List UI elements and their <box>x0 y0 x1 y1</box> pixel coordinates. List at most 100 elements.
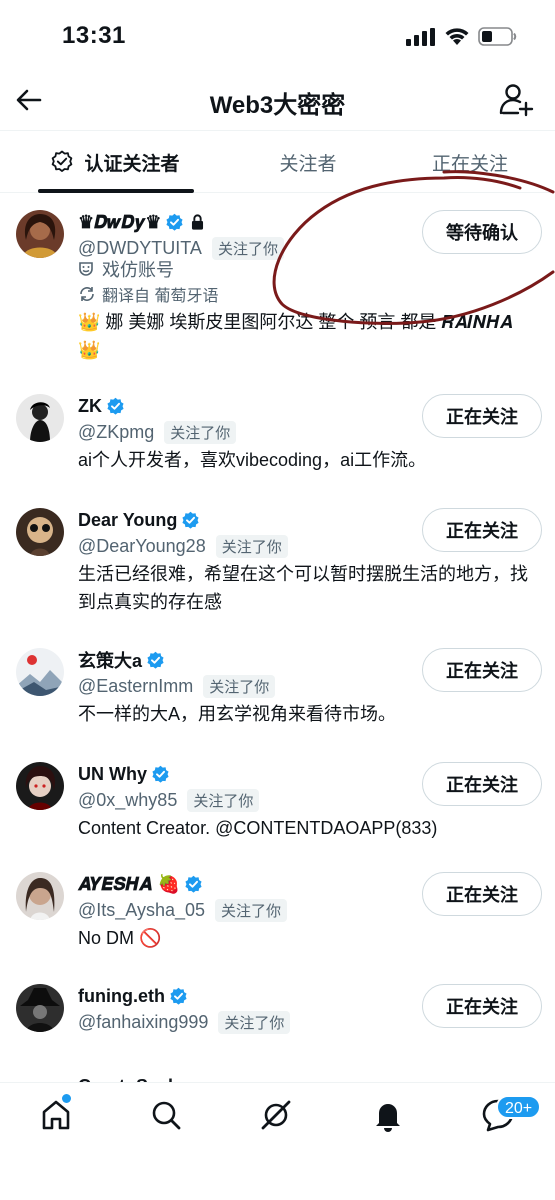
grok-icon[interactable] <box>258 1097 294 1133</box>
theater-mask-icon <box>79 262 93 276</box>
user-handle: @ZKpmg <box>78 421 155 442</box>
tab-following[interactable]: 正在关注 <box>400 131 540 193</box>
follows-you-badge: 关注了你 <box>203 674 276 698</box>
verified-check-icon <box>182 511 199 529</box>
user-handle: @DearYoung28 <box>78 535 206 556</box>
translate-icon <box>80 287 94 301</box>
user-display-name: 𝑨𝒀𝑬𝑺𝑯𝑨 🍓 <box>78 873 181 895</box>
avatar[interactable] <box>16 984 64 1032</box>
active-tab-indicator <box>38 189 194 193</box>
page-header: Web3大密密 <box>0 75 555 130</box>
following-button[interactable]: 正在关注 <box>422 394 542 438</box>
tab-label: 正在关注 <box>431 153 508 175</box>
tab-verified-followers[interactable]: 认证关注者 <box>30 131 200 193</box>
user-bio-line: 生活已经很难，希望在这个可以暂时摆脱生活的地方，找 <box>78 564 528 584</box>
user-bio-line: 👑 娜 美娜 埃斯皮里图阿尔达 整个 预言 都是 𝑹𝑨𝑰𝑵𝑯𝑨 <box>78 312 513 332</box>
user-bio: Content Creator. @CONTENTDAOAPP(833) <box>78 818 438 838</box>
user-handle: @0x_why85 <box>78 789 178 810</box>
following-button[interactable]: 正在关注 <box>422 508 542 552</box>
user-display-name: UN Why <box>78 763 147 784</box>
user-name-line: funing.eth <box>78 984 188 1008</box>
battery-icon <box>478 27 517 46</box>
verified-check-icon <box>166 213 184 231</box>
follows-you-badge: 关注了你 <box>211 236 284 260</box>
user-display-name: Dear Young <box>78 509 178 530</box>
user-bio-line: 到点真实的存在感 <box>78 592 222 612</box>
user-row[interactable]: funing.eth @fanhaixing999 关注了你 正在关注 <box>0 984 555 1064</box>
follower-tabs: 认证关注者 关注者 正在关注 <box>0 130 555 193</box>
follows-you-badge: 关注了你 <box>215 898 288 922</box>
lock-icon <box>192 214 204 230</box>
avatar[interactable] <box>16 394 64 442</box>
verified-check-icon <box>107 397 124 415</box>
user-row[interactable]: ♛𝑫𝒘𝑫𝒚♛ @DWDYTUITA 关注了你 戏仿账号 翻译自 葡萄牙语 👑 娜… <box>0 210 555 370</box>
user-display-name: ZK <box>78 395 102 416</box>
avatar[interactable] <box>16 508 64 556</box>
follows-you-badge: 关注了你 <box>218 1010 291 1034</box>
user-name-line: 𝑨𝒀𝑬𝑺𝑯𝑨 🍓 <box>78 872 203 896</box>
parody-label-text: 戏仿账号 <box>102 260 174 280</box>
user-handle-line: @fanhaixing999 关注了你 <box>78 1010 291 1034</box>
user-handle-line: @0x_why85 关注了你 <box>78 788 260 812</box>
follows-you-badge: 关注了你 <box>187 788 260 812</box>
verified-check-icon <box>170 987 187 1005</box>
user-name-line: 玄策大a <box>78 648 165 672</box>
user-name-line: ♛𝑫𝒘𝑫𝒚♛ <box>78 210 207 234</box>
following-button[interactable]: 正在关注 <box>422 762 542 806</box>
add-user-icon[interactable] <box>498 81 534 117</box>
user-handle-line: @DearYoung28 关注了你 <box>78 534 288 558</box>
translate-link[interactable]: 翻译自 葡萄牙语 <box>78 282 218 306</box>
user-bio-line: 👑 <box>78 340 101 360</box>
user-bio: ai个人开发者，喜欢vibecoding，ai工作流。 <box>78 450 427 470</box>
verified-check-icon <box>152 765 169 783</box>
following-button[interactable]: 正在关注 <box>422 984 542 1028</box>
avatar[interactable] <box>16 648 64 696</box>
user-row[interactable]: ZK @ZKpmg 关注了你 ai个人开发者，喜欢vibecoding，ai工作… <box>0 394 555 494</box>
home-unread-dot <box>62 1094 71 1103</box>
follows-you-badge: 关注了你 <box>164 420 237 444</box>
user-handle: @EasternImm <box>78 675 194 696</box>
pending-button[interactable]: 等待确认 <box>422 210 542 254</box>
user-handle-line: @EasternImm 关注了你 <box>78 674 276 698</box>
search-icon[interactable] <box>148 1097 184 1133</box>
user-handle-line: @ZKpmg 关注了你 <box>78 420 237 444</box>
user-name-line: ZK <box>78 394 125 418</box>
user-row[interactable]: Dear Young @DearYoung28 关注了你 生活已经很难，希望在这… <box>0 508 555 628</box>
user-bio: 生活已经很难，希望在这个可以暂时摆脱生活的地方，找 到点真实的存在感 <box>78 560 548 616</box>
user-display-name: ♛𝑫𝒘𝑫𝒚♛ <box>78 211 162 233</box>
status-bar: 13:31 <box>0 0 555 75</box>
user-handle: @fanhaixing999 <box>78 1011 209 1032</box>
tab-label: 关注者 <box>279 153 337 175</box>
translate-label: 翻译自 葡萄牙语 <box>102 288 219 305</box>
user-bio: No DM 🚫 <box>78 928 162 948</box>
avatar[interactable] <box>16 872 64 920</box>
verified-badge-icon <box>52 150 73 172</box>
user-row[interactable]: 𝑨𝒀𝑬𝑺𝑯𝑨 🍓 @Its_Aysha_05 关注了你 No DM 🚫 正在关注 <box>0 872 555 972</box>
user-bio: 不一样的大A，用玄学视角来看待市场。 <box>78 704 397 724</box>
verified-check-icon <box>147 651 164 669</box>
following-button[interactable]: 正在关注 <box>422 648 542 692</box>
avatar[interactable] <box>16 210 64 258</box>
status-time: 13:31 <box>62 22 126 49</box>
user-name-line: UN Why <box>78 762 170 786</box>
page-title: Web3大密密 <box>209 92 346 119</box>
messages-count-badge: 20+ <box>496 1095 542 1119</box>
user-row[interactable]: UN Why @0x_why85 关注了你 Content Creator. @… <box>0 762 555 862</box>
tab-label: 认证关注者 <box>84 153 180 175</box>
bottom-navigation: 20+ <box>0 1082 555 1200</box>
tab-followers[interactable]: 关注者 <box>228 131 388 193</box>
cellular-signal-icon <box>406 28 435 46</box>
avatar[interactable] <box>16 762 64 810</box>
wifi-icon <box>445 28 469 45</box>
user-handle-line: @Its_Aysha_05 关注了你 <box>78 898 288 922</box>
user-row[interactable]: 玄策大a @EasternImm 关注了你 不一样的大A，用玄学视角来看待市场。… <box>0 648 555 748</box>
following-button[interactable]: 正在关注 <box>422 872 542 916</box>
parody-label: 戏仿账号 <box>78 256 174 282</box>
user-bio: 👑 娜 美娜 埃斯皮里图阿尔达 整个 预言 都是 𝑹𝑨𝑰𝑵𝑯𝑨 👑 <box>78 308 548 364</box>
verified-check-icon <box>185 875 202 893</box>
user-display-name: 玄策大a <box>78 651 143 671</box>
user-handle: @Its_Aysha_05 <box>78 899 206 920</box>
notifications-bell-icon[interactable] <box>370 1097 406 1133</box>
user-name-line: Dear Young <box>78 508 200 532</box>
user-display-name: funing.eth <box>78 985 165 1006</box>
